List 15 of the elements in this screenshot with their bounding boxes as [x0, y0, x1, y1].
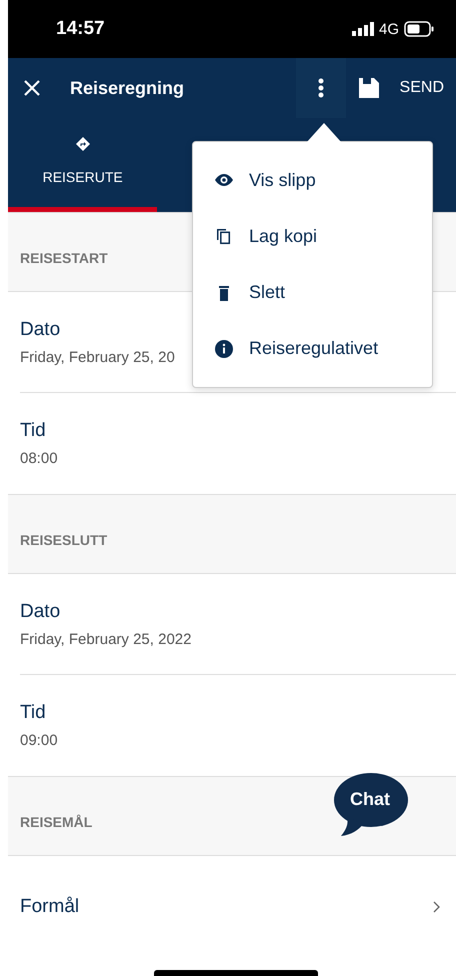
row-value: Friday, February 25, 2022: [20, 630, 192, 648]
section-title: REISEMÅL: [20, 814, 92, 830]
row-label: Tid: [20, 702, 47, 724]
network-label: 4G: [378, 20, 399, 38]
status-time: 14:57: [56, 18, 105, 40]
screen-title: Reiseregning: [70, 78, 186, 98]
row-value: 09:00: [20, 732, 58, 749]
row-value: Friday, February 25, 20: [20, 348, 175, 366]
row-value: 08:00: [20, 450, 58, 467]
section-title: REISESTART: [20, 250, 108, 266]
row-label: Dato: [20, 318, 62, 340]
row-label: Dato: [20, 600, 62, 622]
row-label: Tid: [20, 420, 47, 442]
section-title: REISESLUTT: [20, 532, 108, 548]
row-label: Formål: [20, 896, 80, 918]
